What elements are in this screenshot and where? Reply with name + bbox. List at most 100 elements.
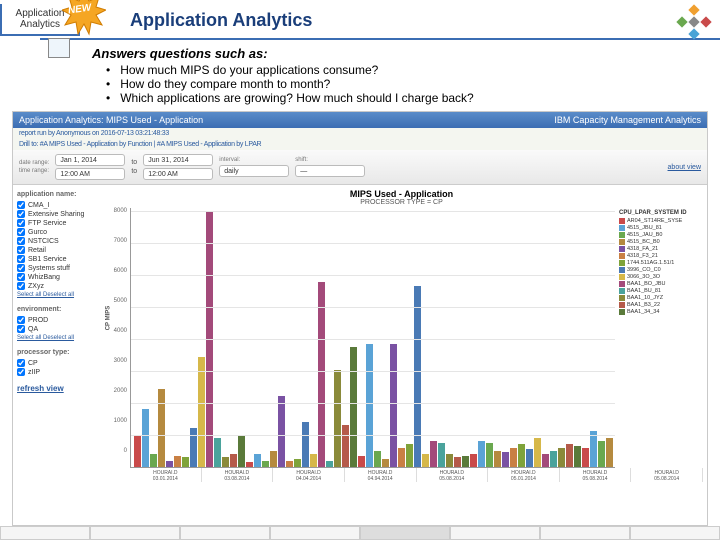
- date-from-field[interactable]: Jan 1, 2014: [55, 154, 125, 166]
- nav-thumb[interactable]: [630, 526, 720, 540]
- chart-subtitle: PROCESSOR TYPE = CP: [100, 199, 703, 206]
- bar: [302, 422, 309, 467]
- bar: [550, 451, 557, 467]
- x-tick: HOURAI.D05.01.2014: [488, 468, 560, 482]
- bar: [510, 448, 517, 467]
- checkbox[interactable]: [17, 359, 25, 367]
- nav-thumb[interactable]: [360, 526, 450, 540]
- bar: [374, 451, 381, 467]
- bar: [382, 459, 389, 467]
- checkbox-item[interactable]: FTP Service: [17, 219, 96, 227]
- time-from-field[interactable]: 12:00 AM: [55, 168, 125, 180]
- about-view-link[interactable]: about view: [668, 164, 701, 171]
- legend-item: 4318_F3_21: [619, 253, 701, 259]
- bar: [238, 435, 245, 467]
- legend-item: AR04_ST14RE_SYSE: [619, 218, 701, 224]
- legend-label: BAA1_B3_22: [627, 302, 660, 308]
- legend-swatch: [619, 246, 625, 252]
- report-product: IBM Capacity Management Analytics: [554, 115, 701, 125]
- legend-label: BAA1_BU_81: [627, 288, 661, 294]
- x-tick: HOURAI.D03.08.2014: [202, 468, 274, 482]
- legend-swatch: [619, 267, 625, 273]
- checkbox[interactable]: [17, 282, 25, 290]
- interval-field[interactable]: daily: [219, 165, 289, 177]
- bar: [358, 456, 365, 467]
- time-to-field[interactable]: 12:00 AM: [143, 168, 213, 180]
- checkbox[interactable]: [17, 228, 25, 236]
- nav-thumb[interactable]: [180, 526, 270, 540]
- checkbox[interactable]: [17, 273, 25, 281]
- bar: [342, 425, 349, 467]
- y-axis-label: CP MIPS: [105, 306, 111, 331]
- nav-thumb[interactable]: [270, 526, 360, 540]
- legend-label: BAA1_BO_JBU: [627, 281, 666, 287]
- checkbox[interactable]: [17, 219, 25, 227]
- x-tick: HOURAI.D04.94.2014: [345, 468, 417, 482]
- checkbox[interactable]: [17, 368, 25, 376]
- nav-thumb[interactable]: [90, 526, 180, 540]
- select-deselect-link[interactable]: Select all Deselect all: [17, 335, 96, 341]
- legend-label: 4318_FA_21: [627, 246, 658, 252]
- legend-swatch: [619, 218, 625, 224]
- shift-field[interactable]: —: [295, 165, 365, 177]
- checkbox-item[interactable]: ZXyz: [17, 282, 96, 290]
- checkbox[interactable]: [17, 325, 25, 333]
- checkbox-item[interactable]: SB1 Service: [17, 255, 96, 263]
- legend-swatch: [619, 232, 625, 238]
- shift-label: shift:: [295, 157, 365, 163]
- bar: [334, 370, 341, 467]
- legend-item: 4515_BC_B0: [619, 239, 701, 245]
- checkbox-item[interactable]: Systems stuff: [17, 264, 96, 272]
- bar: [150, 454, 157, 467]
- checkbox-item[interactable]: WhizBang: [17, 273, 96, 281]
- checkbox-label: QA: [28, 326, 38, 333]
- checkbox[interactable]: [17, 264, 25, 272]
- checkbox-item[interactable]: QA: [17, 325, 96, 333]
- bar: [190, 428, 197, 467]
- report-title: Application Analytics: MIPS Used - Appli…: [19, 115, 203, 125]
- checkbox[interactable]: [17, 237, 25, 245]
- checkbox[interactable]: [17, 255, 25, 263]
- checkbox-item[interactable]: PROD: [17, 316, 96, 324]
- checkbox-item[interactable]: CMA_I: [17, 201, 96, 209]
- chart-area: MIPS Used - Application PROCESSOR TYPE =…: [100, 185, 707, 525]
- checkbox-item[interactable]: Retail: [17, 246, 96, 254]
- checkbox[interactable]: [17, 210, 25, 218]
- bar: [230, 454, 237, 467]
- checkbox[interactable]: [17, 201, 25, 209]
- checkbox-label: Retail: [28, 247, 46, 254]
- page-title: Application Analytics: [130, 10, 312, 31]
- brand-logo: [676, 4, 712, 40]
- checkbox-item[interactable]: CP: [17, 359, 96, 367]
- bar: [454, 457, 461, 467]
- select-deselect-link[interactable]: Select all Deselect all: [17, 292, 96, 298]
- bar: [390, 344, 397, 467]
- x-tick: HOURAI.D04.04.2014: [273, 468, 345, 482]
- nav-thumb[interactable]: [0, 526, 90, 540]
- drill-breadcrumb[interactable]: Drill to: #A MIPS Used - Application by …: [13, 139, 707, 150]
- checkbox-label: SB1 Service: [28, 256, 67, 263]
- bar: [398, 448, 405, 467]
- checkbox-item[interactable]: zIIP: [17, 368, 96, 376]
- bar: [414, 286, 421, 467]
- bar: [558, 448, 565, 467]
- x-tick: HOURAI.D03.01.2014: [130, 468, 202, 482]
- bar: [430, 441, 437, 467]
- date-to-field[interactable]: Jun 31, 2014: [143, 154, 213, 166]
- refresh-view-link[interactable]: refresh view: [17, 384, 96, 393]
- checkbox-label: FTP Service: [28, 220, 66, 227]
- bullet-item: How do they compare month to month?: [92, 77, 700, 91]
- legend-label: 3066_3O_3O: [627, 274, 660, 280]
- checkbox-item[interactable]: NSTCICS: [17, 237, 96, 245]
- checkbox-item[interactable]: Gurco: [17, 228, 96, 236]
- checkbox-item[interactable]: Extensive Sharing: [17, 210, 96, 218]
- embedded-report: Application Analytics: MIPS Used - Appli…: [12, 111, 708, 526]
- nav-thumb[interactable]: [540, 526, 630, 540]
- checkbox[interactable]: [17, 316, 25, 324]
- nav-thumb[interactable]: [450, 526, 540, 540]
- legend-item: BAA1_34_34: [619, 309, 701, 315]
- bar: [582, 448, 589, 467]
- checkbox[interactable]: [17, 246, 25, 254]
- bar: [542, 454, 549, 467]
- bar: [518, 444, 525, 467]
